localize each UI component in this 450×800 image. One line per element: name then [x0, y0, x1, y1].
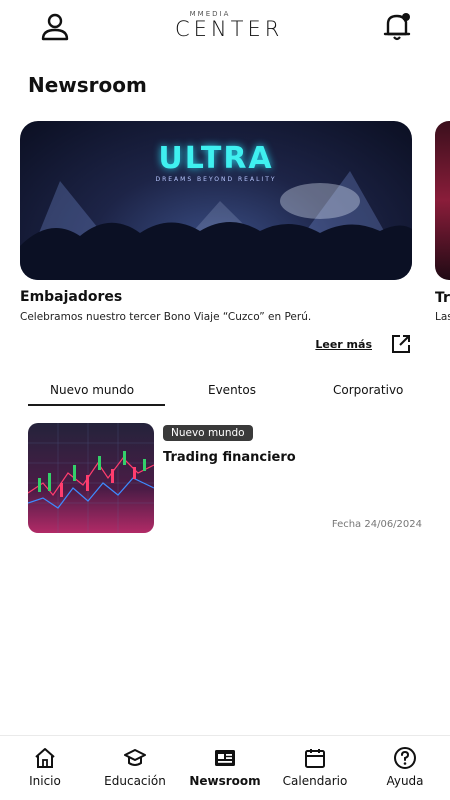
next-card-title[interactable]: Tr [435, 290, 450, 306]
read-more-link[interactable]: Leer más [315, 338, 372, 351]
graduation-cap-icon [124, 749, 146, 766]
bottom-navigation: Inicio Educación Newsroom Calendario Ayu… [0, 735, 450, 800]
nav-calendario-label: Calendario [282, 774, 348, 788]
featured-title[interactable]: Embajadores [20, 289, 412, 305]
nav-calendario[interactable]: Calendario [270, 746, 360, 788]
featured-description: Celebramos nuestro tercer Bono Viaje “Cu… [20, 311, 312, 323]
nav-newsroom[interactable]: Newsroom [180, 746, 270, 788]
nav-newsroom-label: Newsroom [189, 774, 261, 788]
app-logo: MMEDIA CENTER [175, 10, 284, 42]
tab-nuevo-mundo[interactable]: Nuevo mundo [50, 383, 134, 397]
home-icon [35, 748, 55, 768]
nav-inicio[interactable]: Inicio [0, 746, 90, 788]
trading-chart-illustration [28, 423, 154, 533]
help-icon [394, 747, 416, 769]
featured-actions: Leer más [20, 333, 412, 359]
news-title[interactable]: Trading financiero [163, 450, 296, 465]
calendar-icon [305, 749, 325, 768]
tab-corporativo[interactable]: Corporativo [333, 383, 403, 397]
page-title: Newsroom [28, 73, 147, 97]
featured-card[interactable]: ULTRA DREAMS BEYOND REALITY Embajadores … [20, 121, 412, 359]
news-item[interactable]: Nuevo mundo Trading financiero Fecha 24/… [28, 423, 422, 533]
top-bar: MMEDIA CENTER [0, 0, 450, 56]
news-date: Fecha 24/06/2024 [331, 519, 422, 530]
hero-subtext: DREAMS BEYOND REALITY [155, 176, 277, 183]
next-card-description: Las [435, 311, 450, 323]
logo-big-text: CENTER [175, 17, 284, 41]
user-icon[interactable] [40, 12, 70, 42]
news-category-badge: Nuevo mundo [163, 425, 253, 441]
nav-ayuda[interactable]: Ayuda [360, 746, 450, 788]
nav-inicio-label: Inicio [29, 774, 61, 788]
nav-educacion[interactable]: Educación [90, 746, 180, 788]
nav-educacion-label: Educación [104, 774, 166, 788]
featured-image[interactable]: ULTRA DREAMS BEYOND REALITY [20, 121, 412, 280]
next-card-image[interactable] [435, 121, 450, 280]
nav-ayuda-label: Ayuda [386, 774, 424, 788]
news-thumbnail[interactable] [28, 423, 154, 533]
hero-logo-text: ULTRA [158, 141, 274, 176]
external-link-icon[interactable] [390, 333, 412, 355]
newspaper-icon [215, 750, 235, 766]
category-tabs: Nuevo mundo Eventos Corporativo [28, 383, 422, 407]
active-tab-indicator [28, 404, 165, 406]
tab-eventos[interactable]: Eventos [208, 383, 256, 397]
bell-icon[interactable] [382, 10, 412, 42]
